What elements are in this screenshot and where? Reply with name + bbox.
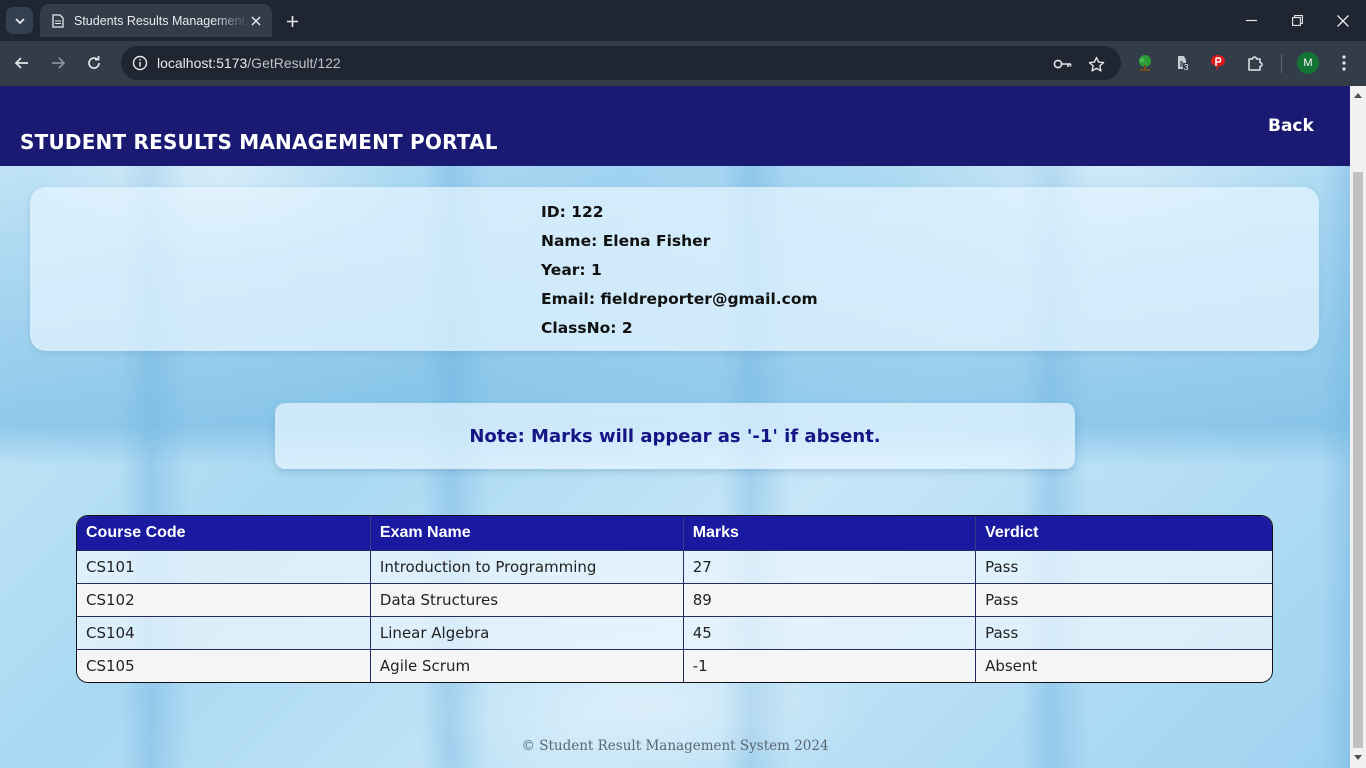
absence-note-card: Note: Marks will appear as '-1' if absen… [275, 403, 1075, 469]
verdict-cell: Absent [975, 648, 1272, 682]
course-code-cell: CS101 [77, 549, 371, 583]
scroll-up-icon[interactable] [1354, 91, 1362, 99]
document-icon [51, 13, 65, 28]
close-icon [1337, 14, 1349, 27]
student-details: ID: 122 Name: Elena Fisher Year: 1 Email… [541, 202, 818, 347]
course-code-cell: CS105 [77, 648, 371, 682]
exam-name-cell: Data Structures [370, 582, 684, 616]
arrow-left-icon [14, 57, 28, 69]
reload-icon [88, 56, 100, 69]
url-text: localhost:5173/GetResult/122 [157, 55, 341, 71]
tool-extension-icon[interactable]: 3 [1170, 51, 1194, 75]
reload-button[interactable] [80, 49, 108, 77]
marks-cell: -1 [683, 648, 977, 682]
forward-nav-button[interactable] [44, 49, 72, 77]
course-code-cell: CS104 [77, 615, 371, 649]
marks-cell: 89 [683, 582, 977, 616]
table-row: CS104 Linear Algebra 45 Pass [77, 615, 1272, 649]
student-class: ClassNo: 2 [541, 319, 633, 337]
chevron-down-icon [14, 17, 25, 24]
app-header: STUDENT RESULTS MANAGEMENT PORTAL Back [0, 86, 1350, 166]
page-footer: © Student Result Management System 2024 [521, 738, 829, 754]
browser-tab-active[interactable]: Students Results Management System [40, 4, 272, 37]
profile-avatar[interactable]: M [1297, 52, 1319, 74]
marks-cell: 45 [683, 615, 977, 649]
browser-menu-button[interactable] [1330, 49, 1358, 77]
scroll-down-icon[interactable] [1354, 754, 1362, 762]
site-info-icon[interactable] [132, 55, 148, 71]
page-scrollbar[interactable] [1350, 86, 1366, 768]
toolbar-divider [1281, 54, 1282, 73]
url-path: /GetResult/122 [247, 55, 341, 71]
tab-search-button[interactable] [6, 7, 33, 34]
verdict-cell: Pass [975, 582, 1272, 616]
restore-button[interactable] [1274, 0, 1320, 41]
window-close-button[interactable] [1320, 0, 1366, 41]
back-link[interactable]: Back [1268, 116, 1314, 136]
minimize-icon [1245, 19, 1257, 22]
absence-note: Note: Marks will appear as '-1' if absen… [469, 425, 881, 447]
student-info-card: ID: 122 Name: Elena Fisher Year: 1 Email… [30, 187, 1319, 351]
student-name: Name: Elena Fisher [541, 232, 711, 250]
table-row: CS102 Data Structures 89 Pass [77, 582, 1272, 616]
course-code-cell: CS102 [77, 582, 371, 616]
back-nav-button[interactable] [8, 49, 36, 77]
url-host: localhost:5173 [157, 55, 248, 71]
puzzle-icon[interactable] [1243, 51, 1267, 75]
column-header-exam-name: Exam Name [370, 516, 684, 550]
marks-cell: 27 [683, 549, 977, 583]
address-bar[interactable]: localhost:5173/GetResult/122 [121, 46, 1121, 80]
column-header-verdict: Verdict [975, 516, 1272, 550]
column-header-course-code: Course Code [77, 516, 371, 550]
key-icon[interactable] [1053, 54, 1073, 74]
student-id: ID: 122 [541, 203, 604, 221]
browser-tabstrip: Students Results Management System [0, 0, 1366, 41]
tab-title: Students Results Management System [74, 13, 248, 28]
pin-extension-icon[interactable] [1206, 51, 1230, 75]
student-email: Email: fieldreporter@gmail.com [541, 290, 818, 308]
kebab-menu-icon [1342, 55, 1346, 71]
scrollbar-thumb[interactable] [1353, 172, 1363, 748]
restore-icon [1291, 15, 1303, 26]
exam-name-cell: Agile Scrum [370, 648, 684, 682]
page-viewport: STUDENT RESULTS MANAGEMENT PORTAL Back I… [0, 86, 1350, 768]
column-header-marks: Marks [683, 516, 977, 550]
extension-badge: 3 [1183, 63, 1190, 72]
page-title: STUDENT RESULTS MANAGEMENT PORTAL [20, 130, 498, 154]
table-row: CS101 Introduction to Programming 27 Pas… [77, 549, 1272, 583]
verdict-cell: Pass [975, 615, 1272, 649]
arrow-right-icon [52, 57, 66, 69]
student-year: Year: 1 [541, 261, 602, 279]
exam-name-cell: Linear Algebra [370, 615, 684, 649]
tree-extension-icon[interactable] [1133, 51, 1157, 75]
verdict-cell: Pass [975, 549, 1272, 583]
browser-toolbar: localhost:5173/GetResult/122 3 M [0, 41, 1366, 86]
star-icon[interactable] [1086, 54, 1106, 74]
results-table: Course Code Exam Name Marks Verdict CS10… [76, 515, 1273, 683]
table-row: CS105 Agile Scrum -1 Absent [77, 648, 1272, 682]
minimize-button[interactable] [1228, 0, 1274, 41]
plus-icon [286, 15, 298, 27]
new-tab-button[interactable] [281, 10, 303, 32]
close-icon[interactable] [248, 13, 264, 29]
table-header-row: Course Code Exam Name Marks Verdict [77, 516, 1272, 550]
exam-name-cell: Introduction to Programming [370, 549, 684, 583]
